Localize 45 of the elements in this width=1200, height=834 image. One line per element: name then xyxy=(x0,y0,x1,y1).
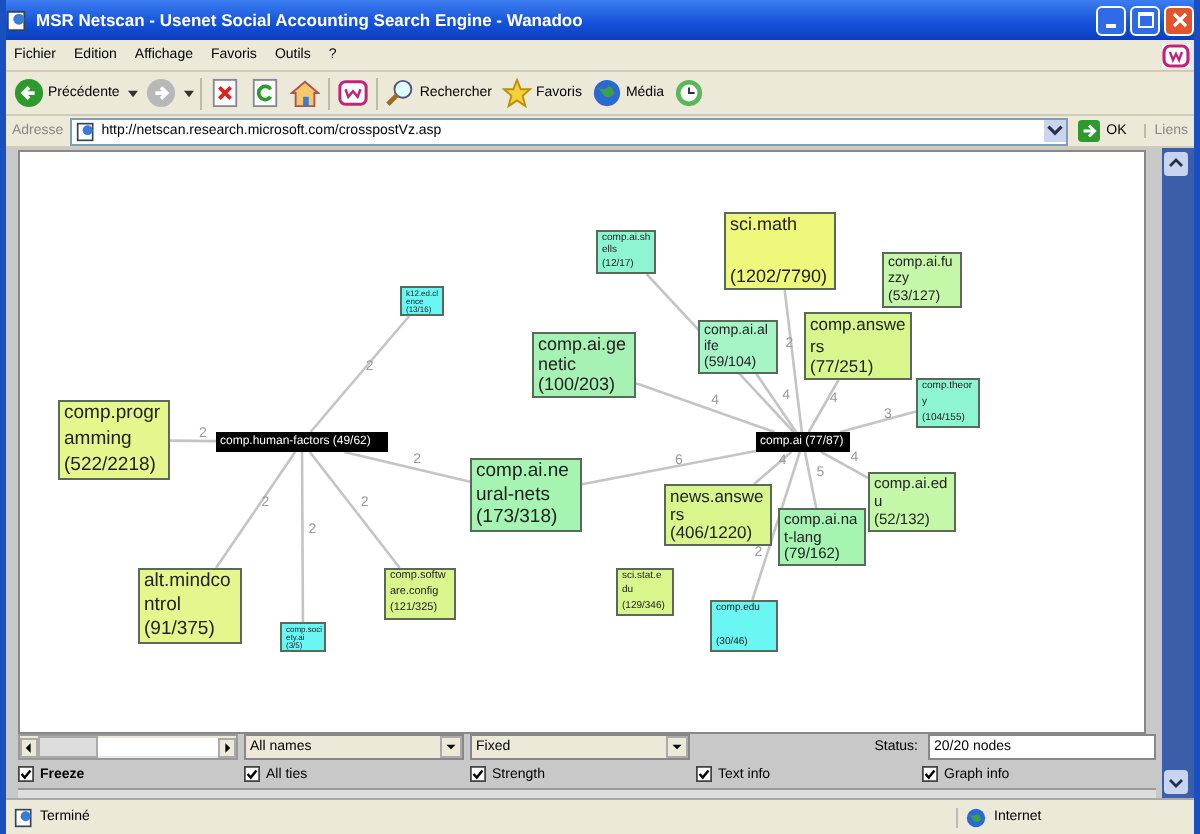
caret-icon[interactable] xyxy=(127,89,138,97)
dropdown-icon[interactable] xyxy=(1044,120,1067,142)
stop-button[interactable] xyxy=(207,76,242,110)
vertical-scrollbar[interactable] xyxy=(1162,148,1194,798)
checkbox[interactable] xyxy=(696,766,712,783)
maximize-button[interactable] xyxy=(1130,5,1160,35)
newsgroup-node[interactable]: news.answe rs (406/1220) xyxy=(664,484,772,546)
window-title: MSR Netscan - Usenet Social Accounting Search Engine - Wanadoo xyxy=(36,10,583,30)
page-icon xyxy=(14,807,34,827)
wanadoo-button[interactable] xyxy=(335,76,370,110)
graph-edge xyxy=(170,439,216,443)
checkbox[interactable] xyxy=(922,766,938,783)
logo-icon xyxy=(337,78,368,108)
stop-icon xyxy=(209,78,240,108)
close-button[interactable] xyxy=(1164,5,1194,35)
graph-edge xyxy=(214,451,297,569)
arrow-icon xyxy=(1078,120,1101,142)
house-icon xyxy=(289,78,320,108)
caret-icon xyxy=(666,736,688,759)
close-icon xyxy=(1171,12,1187,28)
newsgroup-node[interactable]: alt.mindco ntrol (91/375) xyxy=(138,568,242,644)
caret-icon[interactable] xyxy=(183,89,194,97)
page-icon xyxy=(75,121,96,141)
search-icon xyxy=(385,78,416,108)
logo-icon xyxy=(1162,43,1190,67)
minimize-button[interactable] xyxy=(1096,5,1126,35)
page-icon xyxy=(6,9,28,31)
newsgroup-node[interactable]: comp.answe rs (77/251) xyxy=(804,312,912,380)
graph-edge xyxy=(309,315,411,433)
checkbox[interactable] xyxy=(470,766,486,783)
globe-icon xyxy=(966,807,986,827)
home-button[interactable] xyxy=(287,76,322,110)
newsgroup-node[interactable]: comp.ai.ne ural-nets (173/318) xyxy=(470,458,582,532)
checkbox[interactable] xyxy=(18,766,34,783)
newsgroup-node[interactable]: comp.ai.ge netic (100/203) xyxy=(532,332,636,398)
globe-icon xyxy=(591,78,622,108)
newsgroup-node[interactable]: comp.progr amming (522/2218) xyxy=(58,400,170,480)
refresh-button[interactable] xyxy=(247,76,282,110)
maximize-icon xyxy=(1137,12,1153,28)
caret-icon xyxy=(440,736,462,759)
horizontal-scrollbar[interactable] xyxy=(18,734,238,761)
star-icon xyxy=(502,78,532,108)
refresh-icon xyxy=(249,78,280,108)
newsgroup-node[interactable]: sci.math (1202/7790) xyxy=(724,212,836,290)
checkbox[interactable] xyxy=(244,766,260,783)
